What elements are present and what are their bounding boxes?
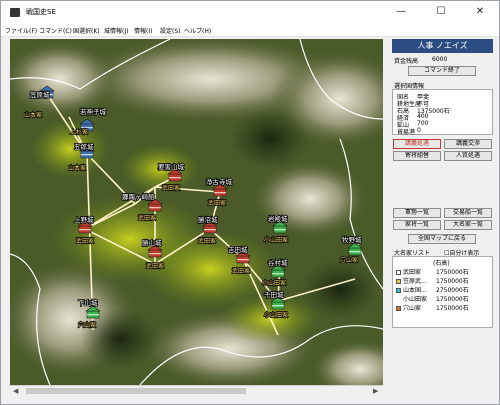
castle-name-c11[interactable]: 吉田城 (227, 245, 249, 255)
country-info-box: 国名 甲斐 耕地生産 不可 石高 1375000石 経済 400 鉱山 700 貿易港 0 (392, 89, 493, 136)
app-window: 戦国史SE — ☐ ✕ ファイル(F) コマンド(C) 国選択(K) 城情報(J… (0, 0, 500, 405)
map-horizontal-scrollbar[interactable]: ◀ ▶ (10, 385, 383, 396)
castle-clan-c3: 山本家 (68, 164, 86, 172)
scroll-right-icon[interactable]: ▶ (373, 387, 378, 395)
castle-clan-c11: 武田家 (232, 267, 250, 275)
castle-name-c7[interactable]: 上野城 (73, 214, 95, 225)
castle-clan-c4: 武田家 (162, 184, 180, 192)
castle-clan-c12: 小山田家 (262, 279, 286, 287)
panel-title: 人事 ノエイズ (392, 39, 493, 53)
castle-clan-c14: 穴山家 (78, 321, 96, 329)
maximize-button[interactable]: ☐ (421, 1, 461, 23)
castle-clan-c15: 小山田家 (264, 311, 288, 319)
castle-clan-c5: 武田家 (138, 214, 156, 222)
color-swatch-icon (396, 306, 401, 311)
menu-country[interactable]: 国選択(K) (73, 26, 100, 35)
castle-name-c8[interactable]: 勝沼城 (197, 214, 219, 225)
close-button[interactable]: ✕ (460, 1, 500, 23)
color-swatch-icon (396, 297, 401, 302)
list-item[interactable]: 小山田家 1750000石 (396, 294, 469, 303)
castle-name-c5[interactable]: 躑躅ヶ崎館 (121, 191, 156, 202)
title-bar: 戦国史SE — ☐ ✕ (1, 1, 499, 23)
color-swatch-icon (396, 288, 401, 293)
daimyo-listbox[interactable]: (石高) 武田家 1750000石 笠原武... 1750000石 山本国... 27… (392, 256, 493, 328)
castle-clan-c6: 武田家 (208, 199, 226, 207)
menu-help[interactable]: ヘルプ(H) (184, 26, 211, 35)
lecture-negotiate-button[interactable]: 講義交渉 (444, 139, 492, 149)
list-item[interactable]: 穴山家 1750000石 (396, 303, 469, 312)
menu-file[interactable]: ファイル(F) (5, 26, 37, 35)
list-header: (石高) (433, 260, 450, 267)
castle-name-c4[interactable]: 要害山城 (157, 161, 185, 172)
info-row: 貿易港 0 (397, 127, 421, 136)
money-value: 6000 (432, 56, 448, 63)
menu-settings[interactable]: 設定(S) (160, 26, 181, 35)
castle-name-c2[interactable]: 若神子城 (79, 106, 107, 117)
menu-castle[interactable]: 城情報(J) (104, 26, 128, 35)
castle-clan-c7: 武田家 (76, 237, 94, 245)
window-title: 戦国史SE (26, 8, 56, 16)
menu-info[interactable]: 情報(I) (134, 26, 152, 35)
color-swatch-icon (396, 270, 401, 275)
list-item[interactable]: 笠原武... 1750000石 (396, 276, 469, 285)
money-label: 資金残高 (394, 58, 419, 65)
castle-name-c12[interactable]: 谷村城 (267, 257, 289, 268)
menu-command[interactable]: コマンド(C) (39, 26, 72, 35)
end-command-button[interactable]: コマンド終了 (408, 66, 476, 76)
castle-name-c15[interactable]: 千田城 (263, 289, 285, 300)
castle-name-c9[interactable]: 勝山城 (141, 237, 163, 248)
command-panel: 人事 ノエイズ 資金残高 6000 コマンド終了 選択国情報 国名 甲斐 耕地生産… (392, 39, 493, 396)
return-national-map-button[interactable]: 全国マップに戻る (408, 234, 476, 244)
castle-clan-c10: 小山田家 (264, 236, 288, 244)
trade-ship-list-button[interactable]: 交易船一覧 (444, 208, 492, 218)
castle-name-c6[interactable]: 浄古寺城 (205, 176, 233, 187)
app-icon (10, 8, 20, 17)
castle-clan-c8: 武田家 (198, 237, 216, 245)
castle-name-c3[interactable]: 五郎城 (73, 141, 95, 152)
list-item[interactable]: 山本国... 2750000石 (396, 285, 469, 294)
daimyo-list-button[interactable]: 大名家一覧 (444, 220, 492, 230)
menu-bar: ファイル(F) コマンド(C) 国選択(K) 城情報(J) 情報(I) 設定(S… (1, 23, 499, 37)
hostage-handle-button[interactable]: 人質処遇 (444, 151, 492, 161)
castle-name-c10[interactable]: 岩殿城 (267, 213, 289, 224)
map-view[interactable]: 笠原城 山本家 若神子城 上杉家 五郎城 山本家 要害山城 武田家 躑躅ヶ崎館 … (10, 39, 383, 385)
scroll-thumb[interactable] (26, 388, 246, 394)
castle-clan-c13: 穴山家 (340, 256, 358, 264)
lecture-handle-button[interactable]: 講義処遇 (393, 139, 441, 149)
color-swatch-icon (396, 279, 401, 284)
castle-name-c13[interactable]: 牧野城 (341, 234, 363, 245)
scroll-left-icon[interactable]: ◀ (13, 387, 18, 395)
retainer-list-button[interactable]: 家将一覧 (393, 220, 441, 230)
terrain-map[interactable]: 笠原城 山本家 若神子城 上杉家 五郎城 山本家 要害山城 武田家 躑躅ヶ崎館 … (10, 39, 383, 385)
general-reassign-button[interactable]: 寄将組替 (393, 151, 441, 161)
castle-clan-c1: 山本家 (24, 111, 42, 119)
castle-clan-c2: 上杉家 (70, 128, 88, 136)
minimize-button[interactable]: — (381, 1, 421, 23)
army-list-button[interactable]: 軍勢一覧 (393, 208, 441, 218)
castle-name-c1[interactable]: 笠原城 (29, 89, 51, 100)
castle-clan-c9: 武田家 (146, 262, 164, 270)
castle-name-c14[interactable]: 下山城 (77, 297, 99, 308)
list-item[interactable]: 武田家 1750000石 (396, 267, 469, 276)
